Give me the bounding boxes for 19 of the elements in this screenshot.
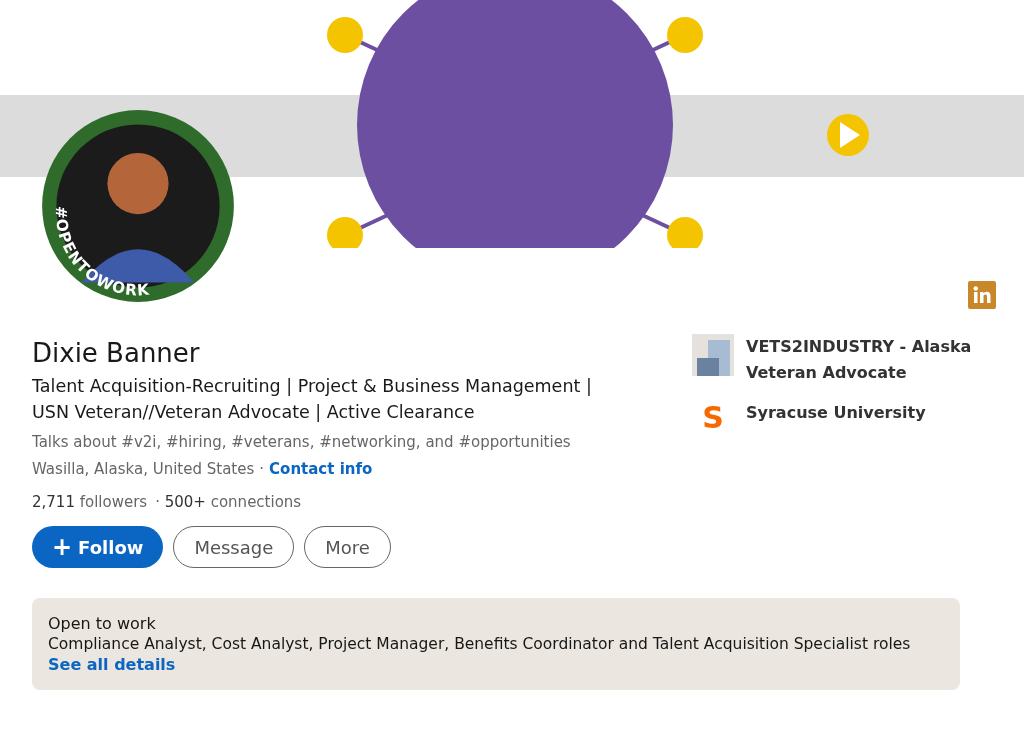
open-to-work-title: Open to work — [48, 614, 157, 634]
see-all-details-link[interactable]: See all details — [48, 655, 176, 675]
open-to-work-roles: Compliance Analyst, Cost Analyst, Project Manager, Benefits Coordinator and Talent Acquisition Specialist roles — [48, 635, 912, 654]
connections-count[interactable]: · 500+ connections — [155, 493, 302, 512]
follow-button[interactable]: + Follow — [32, 526, 164, 569]
message-button[interactable]: Message — [173, 526, 295, 569]
separator-dot: · — [259, 459, 265, 481]
location: Wasilla, Alaska, United States — [32, 459, 255, 481]
company-logo-icon — [692, 334, 734, 376]
affiliation-link[interactable]: Syracuse University — [746, 400, 986, 426]
affiliation-link[interactable]: VETS2INDUSTRY - Alaska Veteran Advocate — [746, 334, 986, 386]
more-button[interactable]: More — [304, 526, 391, 569]
school-logo-icon: S — [692, 400, 734, 434]
headline: Talent Acquisition-Recruiting | Project & Business Management | USN Veteran//Veteran Advocate | Active Clearance — [32, 375, 593, 425]
contact-info-link[interactable]: Contact info — [269, 458, 373, 481]
linkedin-icon[interactable] — [968, 281, 996, 309]
followers-count[interactable]: 2,711 followers — [32, 493, 148, 512]
profile-name: Dixie Banner — [32, 338, 201, 370]
talks-about: Talks about #v2i, #hiring, #veterans, #networking, and #opportunities — [32, 432, 572, 454]
